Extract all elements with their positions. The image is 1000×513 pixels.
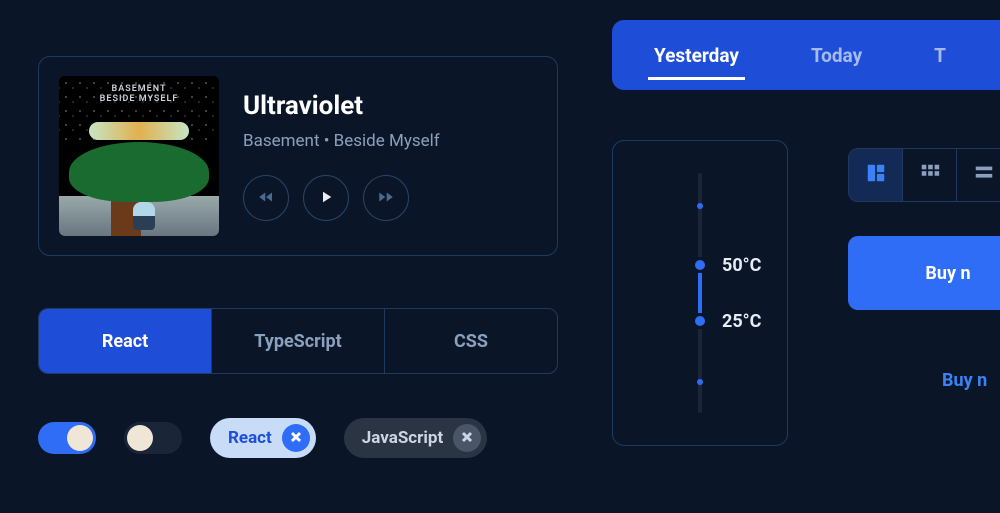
play-icon [317, 188, 335, 209]
slider-tick [697, 203, 703, 209]
temp-high-label: 50°C [722, 255, 761, 276]
view-dashboard-button[interactable] [849, 149, 903, 201]
forward-icon [377, 188, 395, 209]
buy-button-primary[interactable]: Buy n [848, 236, 1000, 310]
buy-button-ghost[interactable]: Buy n [942, 370, 987, 391]
segmented-control: React TypeScript CSS [38, 308, 558, 374]
chip-remove-button[interactable] [282, 424, 310, 452]
buy-ghost-label: Buy n [942, 370, 987, 391]
slider-tick [697, 379, 703, 385]
buy-primary-label: Buy n [925, 263, 970, 284]
slider-track[interactable]: 50°C 25°C [698, 173, 702, 413]
temperature-slider-card: 50°C 25°C [612, 140, 788, 446]
view-list-button[interactable] [957, 149, 1000, 201]
chip-label: JavaScript [362, 428, 443, 448]
rewind-button[interactable] [243, 175, 289, 221]
controls-row: React JavaScript [38, 418, 487, 458]
dashboard-icon [865, 162, 887, 188]
forward-button[interactable] [363, 175, 409, 221]
view-toggle [848, 148, 1000, 202]
album-text-line2: BESIDE MYSELF [59, 94, 219, 104]
tab-truncated[interactable]: T [898, 20, 982, 90]
tab-today[interactable]: Today [775, 20, 898, 90]
chip-javascript[interactable]: JavaScript [344, 418, 487, 458]
album-art: BASEMENT BESIDE MYSELF [59, 76, 219, 236]
slider-handle-low[interactable] [692, 313, 708, 329]
music-player-card: BASEMENT BESIDE MYSELF Ultraviolet Basem… [38, 56, 558, 256]
list-icon [973, 162, 995, 188]
playback-controls [243, 175, 537, 221]
toggle-b[interactable] [124, 422, 182, 454]
album-text-line1: BASEMENT [59, 84, 219, 94]
chip-remove-button[interactable] [453, 424, 481, 452]
chip-label: React [228, 428, 272, 448]
slider-handle-high[interactable] [692, 257, 708, 273]
toggle-knob [127, 425, 153, 451]
track-title: Ultraviolet [243, 91, 537, 121]
segment-react[interactable]: React [39, 309, 212, 373]
close-icon [461, 428, 473, 448]
segment-css[interactable]: CSS [385, 309, 557, 373]
rewind-icon [257, 188, 275, 209]
view-grid-button[interactable] [903, 149, 957, 201]
grid-icon [919, 162, 941, 188]
track-info: Ultraviolet Basement • Beside Myself [243, 91, 537, 221]
segment-typescript[interactable]: TypeScript [212, 309, 385, 373]
play-button[interactable] [303, 175, 349, 221]
toggle-a[interactable] [38, 422, 96, 454]
temp-low-label: 25°C [722, 311, 761, 332]
date-tabs: Yesterday Today T [612, 20, 1000, 90]
track-subtitle: Basement • Beside Myself [243, 131, 537, 151]
tab-yesterday[interactable]: Yesterday [618, 20, 775, 90]
chip-react[interactable]: React [210, 418, 316, 458]
close-icon [290, 428, 302, 448]
toggle-knob [67, 425, 93, 451]
